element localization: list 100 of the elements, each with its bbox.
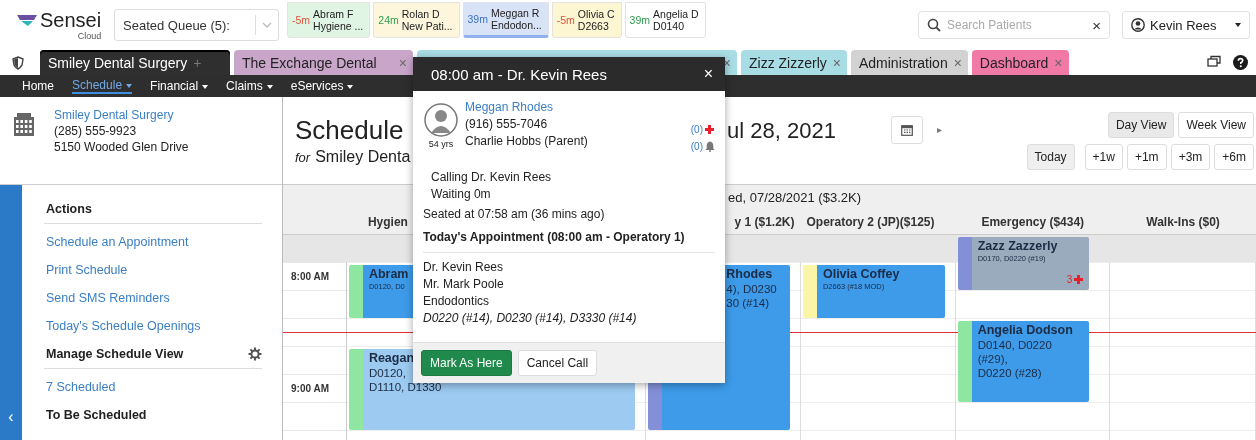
search-field[interactable]: Search Patients × <box>918 11 1110 39</box>
patient-name: Rhodes <box>726 267 773 282</box>
appointment-detail: New Pati... <box>401 20 453 32</box>
sidebar-link[interactable]: Schedule an Appointment <box>44 228 262 256</box>
appointment-detail: Endodontics <box>423 293 491 310</box>
office-phone: (285) 555-9923 <box>54 123 138 139</box>
column-header: y 1 ($1.2K) <box>734 214 795 229</box>
nav-menu-item[interactable]: Home <box>22 79 54 93</box>
nav-menu-item[interactable]: eServices <box>290 79 354 93</box>
calendar-button[interactable] <box>891 115 923 144</box>
tab[interactable]: Zizz Zizzerly × <box>741 50 847 75</box>
seated-time: Seated at 07:58 am (36 mins ago) <box>423 206 606 223</box>
procedure-codes: D0220 (#28) <box>977 366 1042 380</box>
wait-time: 39m <box>629 14 651 26</box>
bell-icon <box>705 141 715 152</box>
tab[interactable]: Smiley Dental Surgery + <box>40 50 230 75</box>
page-title: Schedule <box>295 115 404 146</box>
for-label: for <box>295 150 311 165</box>
wait-time: -5m <box>292 14 311 26</box>
seated-queue-dropdown[interactable]: Seated Queue (5): <box>114 9 279 41</box>
close-tab-button[interactable]: × <box>832 54 841 71</box>
sidebar-heading: To Be Scheduled <box>46 408 147 422</box>
calendar-icon <box>901 123 913 136</box>
clear-button[interactable]: × <box>1092 16 1101 34</box>
tab-label: Smiley Dental Surgery <box>48 54 188 71</box>
procedure-codes: D0140, D0220 (#29), <box>977 338 1053 366</box>
sidebar-link[interactable]: Print Schedule <box>44 256 262 284</box>
medical-cross-icon <box>1074 275 1084 284</box>
brand-subtitle: Cloud <box>77 31 102 41</box>
cancel-call-button[interactable]: Cancel Call <box>517 350 598 376</box>
tab[interactable]: The Exchange Dental × <box>234 50 413 75</box>
date-jump-button[interactable]: Today <box>1026 143 1075 170</box>
caret-icon <box>202 84 209 89</box>
help-icon <box>1233 55 1248 70</box>
status-line: Calling Dr. Kevin Rees <box>431 169 553 186</box>
view-toggle-button[interactable]: Week View <box>1178 111 1254 138</box>
medical-alert-count[interactable]: (0) <box>690 121 703 138</box>
brand-name: Sensei <box>40 9 102 31</box>
wait-time: 24m <box>378 14 399 26</box>
sidebar-heading: Manage Schedule View <box>46 347 184 361</box>
date-jump-button[interactable]: +1m <box>1126 143 1167 170</box>
nav-menu-item[interactable]: Financial <box>150 79 209 93</box>
mark-as-here-button[interactable]: Mark As Here <box>421 350 512 376</box>
patient-name: Zazz Zazzerly <box>977 239 1058 254</box>
collapse-sidebar-button[interactable]: ‹ <box>0 185 22 440</box>
user-name: Kevin Rees <box>1150 17 1218 33</box>
view-toggle-button[interactable]: Day View <box>1107 111 1175 138</box>
sidebar-link[interactable]: Today's Schedule Openings <box>44 312 262 340</box>
column-header: Walk-Ins ($0) <box>1146 214 1220 229</box>
procedure-codes: D0220 (#14), D0230 (#14), D3330 (#14) <box>423 310 638 327</box>
patient-phone: (916) 555-7046 <box>465 116 549 133</box>
tab-label: The Exchange Dental <box>242 54 377 71</box>
office-subtitle: Smiley Denta <box>315 148 411 166</box>
user-icon <box>1131 18 1145 32</box>
appointment-detail: D2663 <box>577 20 610 32</box>
tab[interactable]: Dashboard × <box>971 50 1069 75</box>
next-day-button[interactable]: ▸ <box>937 124 942 135</box>
office-address: 5150 Wooded Glen Drive <box>54 139 189 155</box>
settings-icon <box>248 347 262 361</box>
patient-name: Rolan D <box>401 8 441 20</box>
nav-menu-item[interactable]: Claims <box>226 79 273 93</box>
column-header: Hygien <box>367 214 408 229</box>
nav-menu-item[interactable]: Schedule <box>72 78 133 94</box>
medical-cross-icon <box>705 125 714 134</box>
guardian-name: Charlie Hobbs (Parent) <box>465 133 589 150</box>
column-header: Operatory 2 (JP)($125) <box>806 214 935 229</box>
avatar-icon <box>424 103 458 137</box>
patient-name: Angelia D <box>653 8 699 20</box>
caret-icon <box>126 83 133 88</box>
procedure-codes: 4), D0230 <box>726 282 777 296</box>
appointment-detail: Mr. Mark Poole <box>423 276 505 293</box>
status-line: Waiting 0m <box>431 186 492 203</box>
appointment-block[interactable]: Angelia Dodson D0140, D0220 (#29), D0220 (#28) <box>957 321 1090 402</box>
date-jump-button[interactable]: +1w <box>1084 143 1123 170</box>
procedure-codes: D0120, <box>368 366 406 380</box>
close-tab-button[interactable]: × <box>953 54 962 71</box>
user-menu-button[interactable]: Kevin Rees <box>1122 11 1250 39</box>
patient-name-link[interactable]: Meggan Rhodes <box>465 99 685 116</box>
date-jump-button[interactable]: +3m <box>1170 143 1211 170</box>
tab-label: Zizz Zizzerly <box>749 54 827 71</box>
time-label: 8:00 AM <box>291 271 329 282</box>
sidebar-link[interactable]: Send SMS Reminders <box>44 284 262 312</box>
popup-title: 08:00 am - Dr. Kevin Rees <box>431 65 607 83</box>
alert-count: 3 <box>1066 274 1073 285</box>
sidebar-link[interactable]: 7 Scheduled <box>44 373 262 401</box>
close-button[interactable]: × <box>703 65 713 83</box>
building-icon <box>12 111 36 137</box>
office-name-link[interactable]: Smiley Dental Surgery <box>54 107 189 123</box>
patient-name: Meggan R <box>490 7 541 19</box>
tab-label: Dashboard <box>979 54 1049 71</box>
schedule-date: ul 28, 2021 <box>727 117 837 144</box>
column-header: Emergency ($434) <box>981 214 1085 229</box>
sidebar-heading: Actions <box>46 202 92 216</box>
appointment-detail: Endodon... <box>490 19 542 31</box>
wait-time: -5m <box>556 14 575 26</box>
notes-count[interactable]: (0) <box>690 138 703 155</box>
tab-label: Administration <box>858 54 948 71</box>
patient-name: Angelia Dodson <box>977 323 1073 338</box>
tab[interactable]: Administration × <box>850 50 968 75</box>
date-jump-button[interactable]: +6m <box>1214 143 1254 170</box>
